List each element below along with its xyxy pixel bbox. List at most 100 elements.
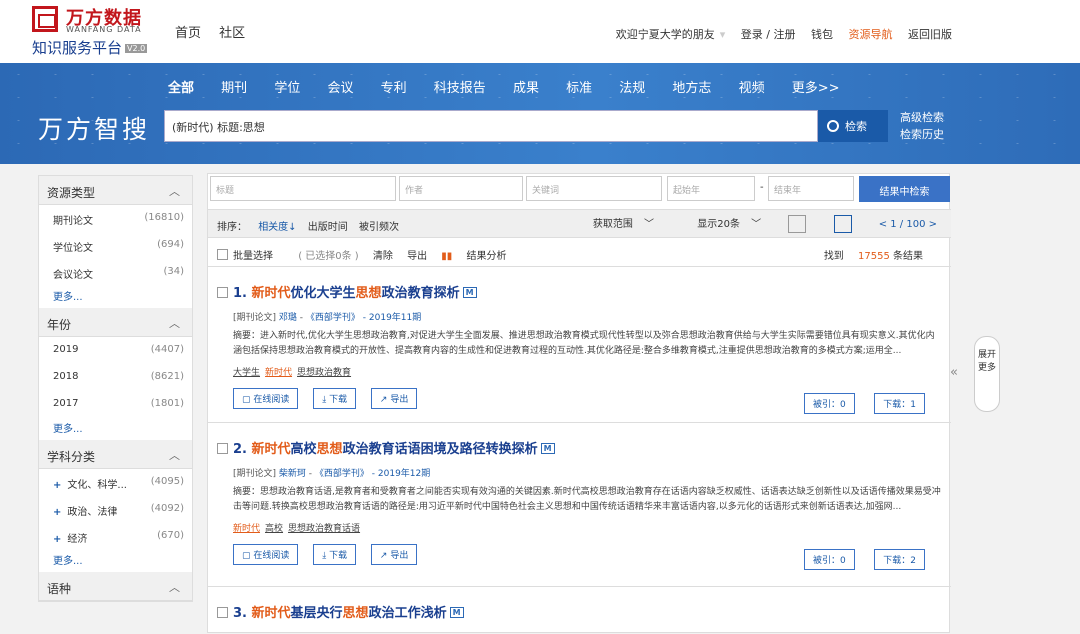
more-link[interactable]: 更多... xyxy=(39,550,192,572)
pager[interactable]: < 1 / 100 > xyxy=(879,219,937,230)
keyword-link[interactable]: 大学生 xyxy=(233,368,260,378)
keyword-link[interactable]: 思想政治教育 xyxy=(297,368,351,378)
sidebar-item[interactable]: 期刊论文 (16810) xyxy=(39,205,192,232)
tab-local[interactable]: 地方志 xyxy=(672,81,711,96)
result-actions: ▢ 在线阅读 ⤓ 下载 ↗ 导出 被引：0 下载：1 xyxy=(233,388,942,414)
sidebar-group-subject[interactable]: 学科分类 ︿ xyxy=(39,440,192,469)
checkbox[interactable] xyxy=(217,443,228,454)
more-link[interactable]: 更多... xyxy=(39,418,192,440)
download-button[interactable]: ⤓ 下载 xyxy=(313,388,357,409)
tab-standard[interactable]: 标准 xyxy=(566,81,592,96)
search-history-link[interactable]: 检索历史 xyxy=(900,126,944,143)
filter-row: 标题 作者 关键词 起始年 - 结束年 结果中检索 xyxy=(208,174,951,209)
sort-citations[interactable]: 被引频次 xyxy=(359,222,399,233)
tab-law[interactable]: 法规 xyxy=(619,81,645,96)
result-keywords: 新时代 高校 思想政治教育话语 xyxy=(233,521,942,534)
batch-select[interactable]: 批量选择 xyxy=(217,249,284,262)
chevron-up-icon: ︿ xyxy=(169,317,180,330)
keyword-field[interactable]: 关键词 xyxy=(526,176,662,201)
range-select[interactable]: 获取范围 ﹀ xyxy=(577,215,654,230)
collapse-icon[interactable]: « xyxy=(950,365,958,380)
search-icon xyxy=(827,120,839,132)
keyword-link[interactable]: 新时代 xyxy=(265,368,292,378)
export-button[interactable]: ↗ 导出 xyxy=(370,388,418,409)
tab-more[interactable]: 更多>> xyxy=(792,81,840,96)
sidebar-group-language[interactable]: 语种 ︿ xyxy=(39,572,192,601)
result-title[interactable]: 3. 新时代基层央行思想政治工作浅析 M xyxy=(217,602,942,621)
advanced-search-link[interactable]: 高级检索 xyxy=(900,109,944,126)
plus-icon[interactable]: + xyxy=(53,534,61,545)
sidebar-item[interactable]: 2019 (4407) xyxy=(39,337,192,364)
keyword-link[interactable]: 思想政治教育话语 xyxy=(288,524,360,534)
end-year-field[interactable]: 结束年 xyxy=(768,176,854,201)
export-button[interactable]: ↗ 导出 xyxy=(370,544,418,565)
sidebar-item[interactable]: 学位论文 (694) xyxy=(39,232,192,259)
tab-report[interactable]: 科技报告 xyxy=(434,81,486,96)
tab-conference[interactable]: 会议 xyxy=(327,81,353,96)
old-version-link[interactable]: 返回旧版 xyxy=(908,28,952,41)
sidebar-group-year[interactable]: 年份 ︿ xyxy=(39,308,192,337)
grid-view-icon[interactable] xyxy=(788,215,807,233)
welcome-text[interactable]: 欢迎宁夏大学的朋友 xyxy=(616,28,715,41)
nav-community[interactable]: 社区 xyxy=(219,26,245,41)
year-dash: - xyxy=(760,182,764,193)
plus-icon[interactable]: + xyxy=(53,507,61,518)
result-title[interactable]: 1. 新时代优化大学生思想政治教育探析 M xyxy=(217,282,942,301)
tab-degree[interactable]: 学位 xyxy=(274,81,300,96)
result-stats: 被引：0 下载：2 xyxy=(803,549,936,570)
export-link[interactable]: 导出 xyxy=(407,251,427,262)
result-title[interactable]: 2. 新时代高校思想政治教育话语困境及路径转换探析 M xyxy=(217,438,942,457)
logo-mark-icon xyxy=(32,6,58,32)
wallet-link[interactable]: 钱包 xyxy=(811,28,833,41)
sort-relevance[interactable]: 相关度↓ xyxy=(258,222,296,233)
plus-icon[interactable]: + xyxy=(53,480,61,491)
sort-date[interactable]: 出版时间 xyxy=(308,222,348,233)
search-input[interactable]: (新时代) 标题:思想 xyxy=(164,110,818,142)
login-link[interactable]: 登录 / 注册 xyxy=(741,28,796,41)
expand-more-button[interactable]: 展开更多 xyxy=(974,336,1000,412)
tab-all[interactable]: 全部 xyxy=(168,81,194,96)
checkbox[interactable] xyxy=(217,607,228,618)
display-select[interactable]: 显示20条 ﹀ xyxy=(681,215,761,230)
author-link[interactable]: 柴新珂 xyxy=(279,469,306,479)
read-online-button[interactable]: ▢ 在线阅读 xyxy=(233,544,299,565)
nav-home[interactable]: 首页 xyxy=(175,26,201,41)
download-button[interactable]: ⤓ 下载 xyxy=(313,544,357,565)
sidebar-item[interactable]: + 文化、科学... (4095) xyxy=(39,469,192,496)
results-panel: 标题 作者 关键词 起始年 - 结束年 结果中检索 排序： 相关度↓ 出版时间 … xyxy=(207,173,951,633)
sidebar-item[interactable]: 会议论文 (34) xyxy=(39,259,192,286)
keyword-link[interactable]: 新时代 xyxy=(233,524,260,534)
sidebar-group-type[interactable]: 资源类型 ︿ xyxy=(39,176,192,205)
read-online-button[interactable]: ▢ 在线阅读 xyxy=(233,388,299,409)
checkbox[interactable] xyxy=(217,287,228,298)
clear-link[interactable]: 清除 xyxy=(373,251,393,262)
list-view-icon[interactable] xyxy=(833,215,852,233)
tab-video[interactable]: 视频 xyxy=(739,81,765,96)
sidebar-item[interactable]: + 经济 (670) xyxy=(39,523,192,550)
logo-subtitle: 知识服务平台 V2.0 xyxy=(32,39,148,57)
resource-nav-link[interactable]: 资源导航 xyxy=(849,28,893,41)
analysis-link[interactable]: ▮▮ 结果分析 xyxy=(441,251,517,262)
tab-journal[interactable]: 期刊 xyxy=(221,81,247,96)
tab-achievement[interactable]: 成果 xyxy=(513,81,539,96)
sidebar-item[interactable]: 2017 (1801) xyxy=(39,391,192,418)
tab-patent[interactable]: 专利 xyxy=(381,81,407,96)
wanfang-logo[interactable]: 万方数据 WANFANG DATA 知识服务平台 V2.0 xyxy=(32,6,162,57)
journal-link[interactable]: 《西部学刊》 xyxy=(306,313,360,323)
user-bar: 欢迎宁夏大学的朋友 ▾ 登录 / 注册 钱包 资源导航 返回旧版 xyxy=(615,28,952,41)
result-stats: 被引：0 下载：1 xyxy=(803,393,936,414)
search-in-results-button[interactable]: 结果中检索 xyxy=(859,176,950,202)
sidebar-item[interactable]: + 政治、法律 (4092) xyxy=(39,496,192,523)
more-link[interactable]: 更多... xyxy=(39,286,192,308)
chevron-up-icon: ︿ xyxy=(169,581,180,594)
checkbox[interactable] xyxy=(217,249,228,260)
keyword-link[interactable]: 高校 xyxy=(265,524,283,534)
journal-link[interactable]: 《西部学刊》 xyxy=(315,469,369,479)
search-button[interactable]: 检索 xyxy=(818,110,888,142)
start-year-field[interactable]: 起始年 xyxy=(667,176,755,201)
author-link[interactable]: 邓璐 xyxy=(279,313,297,323)
author-field[interactable]: 作者 xyxy=(399,176,523,201)
sidebar-item[interactable]: 2018 (8621) xyxy=(39,364,192,391)
batch-bar: 批量选择 ( 已选择0条 ) 清除 导出 ▮▮ 结果分析 找到 17555 条结… xyxy=(208,238,951,267)
title-field[interactable]: 标题 xyxy=(210,176,396,201)
